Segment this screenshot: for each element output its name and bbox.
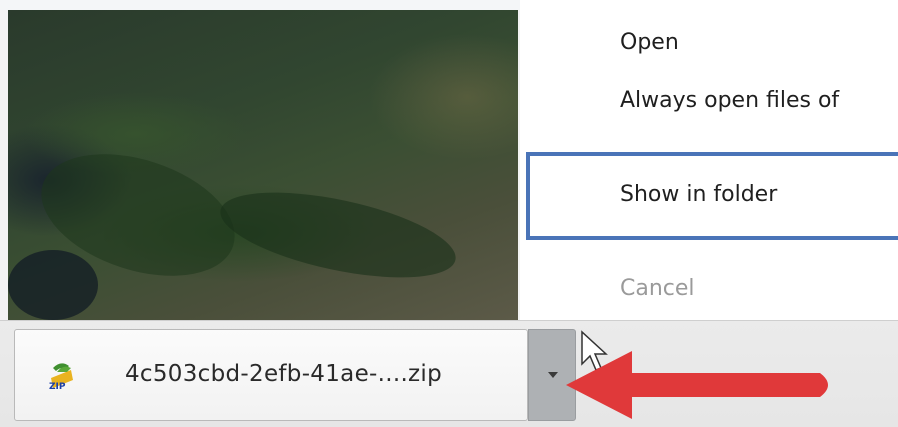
chevron-down-icon [548,372,558,378]
zip-file-icon: ZIP [49,363,73,392]
menu-item-show-in-folder[interactable]: Show in folder [526,152,898,240]
svg-text:ZIP: ZIP [49,382,66,392]
menu-item-label: Cancel [620,276,695,301]
map-satellite-view [8,10,518,320]
menu-item-label: Always open files of [620,88,840,113]
red-arrow-annotation [566,351,828,419]
download-item[interactable]: ZIP 4c503cbd-2efb-41ae-....zip [14,329,528,421]
download-context-menu: Open Always open files of Show in folder… [520,0,898,320]
menu-item-label: Show in folder [620,182,778,207]
download-file-name: 4c503cbd-2efb-41ae-....zip [125,361,443,387]
menu-item-label: Open [620,30,679,55]
